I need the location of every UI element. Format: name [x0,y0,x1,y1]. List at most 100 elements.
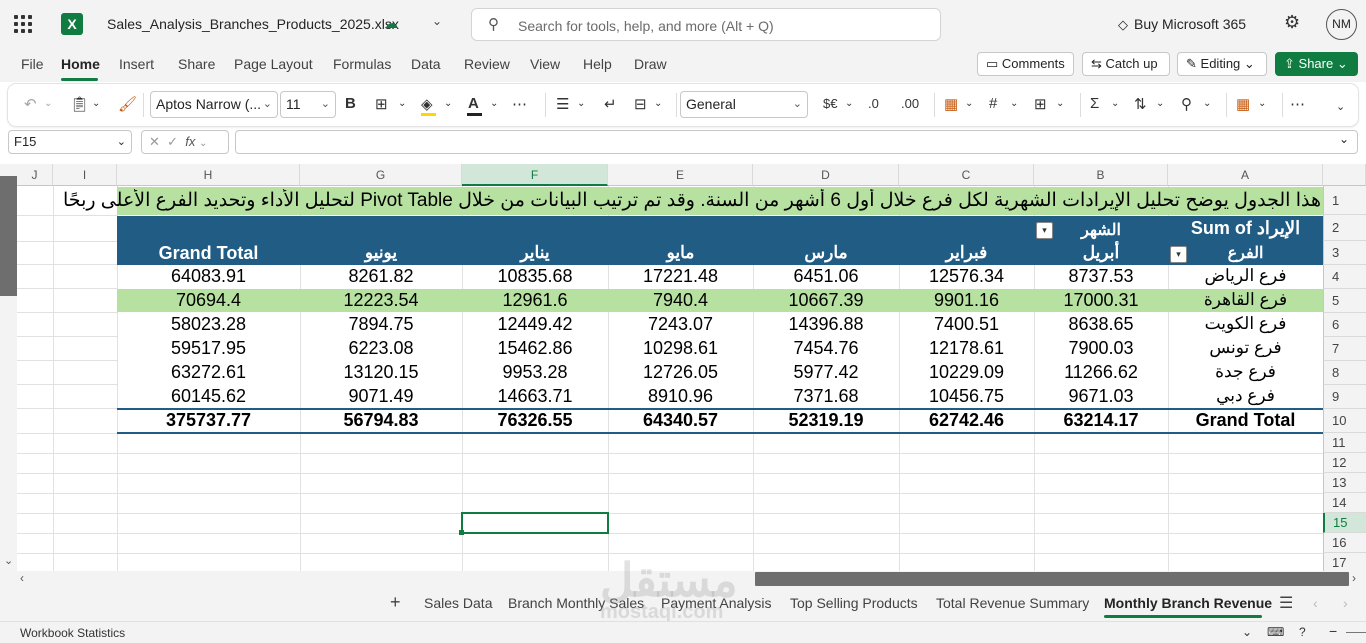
more-icon[interactable]: ⋯ [512,95,527,113]
merge-icon[interactable]: ⊟ [634,95,647,113]
month-field-label[interactable]: الشهر [1034,220,1168,242]
month-header-may[interactable]: مايو [608,243,753,265]
value-cell[interactable]: 9671.03 [1034,386,1168,408]
wrap-text-icon[interactable]: ↵ [604,95,617,113]
grand-total-row-label[interactable]: Grand Total [1168,410,1323,432]
branch-name[interactable]: فرع الكويت [1168,314,1323,336]
active-cell-f15[interactable] [461,512,609,534]
format-painter-icon[interactable]: 🖌︎ [118,95,137,113]
value-cell[interactable]: 12178.61 [899,338,1034,360]
chevron-down-icon[interactable]: ⌄ [1010,98,1018,109]
value-cell[interactable]: 15462.86 [462,338,608,360]
value-cell[interactable]: 8737.53 [1034,266,1168,288]
font-name-select[interactable]: Aptos Narrow (... ⌄ [150,91,278,118]
value-cell[interactable]: 12223.54 [300,290,462,312]
row-header[interactable]: 4 [1323,265,1366,289]
menu-insert[interactable]: Insert [119,56,154,72]
month-filter-button[interactable]: ▾ [1036,222,1053,239]
chevron-down-icon[interactable]: ⌄ [1156,98,1164,109]
chevron-down-icon[interactable]: ⌄ [444,98,452,109]
menu-draw[interactable]: Draw [634,56,667,72]
value-cell[interactable]: 5977.42 [753,362,899,384]
month-header-january[interactable]: يناير [462,243,608,265]
column-header-j[interactable]: J [17,164,53,186]
all-sheets-menu-icon[interactable]: ☰ [1279,593,1293,613]
format-as-table-icon[interactable]: # [989,95,997,112]
month-header-june[interactable]: يونيو [300,243,462,265]
comments-button[interactable]: ▭ Comments [977,52,1074,76]
chevron-down-icon[interactable]: ⌄ [577,98,585,109]
bold-button[interactable]: B [345,95,356,112]
value-cell[interactable]: 17221.48 [608,266,753,288]
more-options-icon[interactable]: ⋯ [1290,95,1305,113]
value-cell[interactable]: 10298.61 [608,338,753,360]
row-header[interactable]: 11 [1323,433,1366,453]
cell-styles-icon[interactable]: ⊞ [1034,95,1047,113]
document-title[interactable]: Sales_Analysis_Branches_Products_2025.xl… [107,16,399,32]
value-cell[interactable]: 10835.68 [462,266,608,288]
select-all-corner[interactable] [1323,164,1366,186]
chevron-down-icon[interactable]: ⌄ [490,98,498,109]
name-box[interactable]: F15 ⌄ [8,130,132,154]
value-cell[interactable]: 10667.39 [753,290,899,312]
total-cell[interactable]: 76326.55 [462,410,608,432]
value-cell[interactable]: 7454.76 [753,338,899,360]
chevron-down-icon[interactable]: ⌄ [398,98,406,109]
column-header-c[interactable]: C [899,164,1034,186]
total-cell[interactable]: 63214.17 [1034,410,1168,432]
prev-sheet-icon[interactable]: ‹ [1313,595,1318,611]
total-cell[interactable]: 62742.46 [899,410,1034,432]
value-cell[interactable]: 11266.62 [1034,362,1168,384]
chevron-down-icon[interactable]: ⌄ [965,98,973,109]
number-format-select[interactable]: General ⌄ [680,91,808,118]
borders-icon[interactable]: ⊞ [375,95,388,113]
column-header-d[interactable]: D [753,164,899,186]
value-cell[interactable]: 10229.09 [899,362,1034,384]
value-cell[interactable]: 14663.71 [462,386,608,408]
tab-monthly-branch-revenue[interactable]: Monthly Branch Revenue [1104,595,1272,611]
saved-status-icon[interactable]: ☁ [384,15,402,33]
value-cell[interactable]: 9071.49 [300,386,462,408]
value-cell[interactable]: 8910.96 [608,386,753,408]
value-cell[interactable]: 12449.42 [462,314,608,336]
scroll-down-icon[interactable]: ⌄ [4,554,13,567]
menu-data[interactable]: Data [411,56,441,72]
column-header-e[interactable]: E [608,164,753,186]
help-icon[interactable]: ? [1299,625,1306,639]
column-header-i[interactable]: I [53,164,117,186]
value-cell[interactable]: 12576.34 [899,266,1034,288]
chevron-down-icon[interactable]: ⌄ [1111,98,1119,109]
branch-name[interactable]: فرع جدة [1168,362,1323,384]
total-cell[interactable]: 52319.19 [753,410,899,432]
row-total-cell[interactable]: 70694.4 [117,290,300,312]
gear-icon[interactable]: ⚙ [1284,12,1300,33]
row-header[interactable]: 14 [1323,493,1366,513]
share-button[interactable]: ⇪ Share ⌄ [1275,52,1358,76]
menu-share[interactable]: Share [178,56,215,72]
zoom-slider[interactable] [1346,632,1366,633]
month-header-march[interactable]: مارس [753,243,899,265]
expand-ribbon-icon[interactable]: ⌄ [1336,100,1345,113]
value-cell[interactable]: 6223.08 [300,338,462,360]
fill-color-icon[interactable]: ◈ [421,95,433,113]
total-cell[interactable]: 64340.57 [608,410,753,432]
row-header[interactable]: 6 [1323,313,1366,337]
value-cell[interactable]: 7900.03 [1034,338,1168,360]
menu-formulas[interactable]: Formulas [333,56,391,72]
branch-name[interactable]: فرع الرياض [1168,266,1323,288]
menu-home[interactable]: Home [61,56,100,72]
scroll-up-icon[interactable]: ⌃ [4,164,13,171]
branch-name[interactable]: فرع دبي [1168,386,1323,408]
value-cell[interactable]: 10456.75 [899,386,1034,408]
row-total-cell[interactable]: 63272.61 [117,362,300,384]
tab-top-selling-products[interactable]: Top Selling Products [790,595,918,611]
buy-microsoft-365-button[interactable]: ◇ Buy Microsoft 365 [1118,16,1246,33]
menu-view[interactable]: View [530,56,560,72]
row-header[interactable]: 16 [1323,533,1366,553]
month-header-april[interactable]: أبريل [1034,243,1168,265]
menu-help[interactable]: Help [583,56,612,72]
month-header-february[interactable]: فبراير [899,243,1034,265]
value-cell[interactable]: 8261.82 [300,266,462,288]
value-cell[interactable]: 7243.07 [608,314,753,336]
column-header-a[interactable]: A [1168,164,1323,186]
